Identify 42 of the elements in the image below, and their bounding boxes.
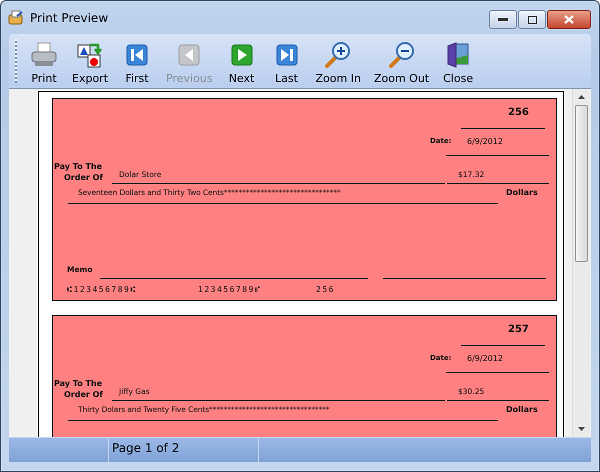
pay-to-label: Pay To The — [54, 162, 102, 171]
zoom-in-icon — [324, 41, 352, 69]
vertical-scrollbar[interactable] — [572, 89, 590, 437]
printer-icon — [30, 41, 58, 69]
pay-to-label: Pay To The — [54, 379, 102, 388]
minimize-button[interactable] — [489, 10, 517, 29]
micr-number: 256 — [316, 285, 335, 294]
date-value: 6/9/2012 — [467, 354, 503, 363]
date-value: 6/9/2012 — [467, 137, 503, 146]
toolbar-button[interactable]: Next — [222, 40, 262, 88]
scroll-up-icon — [578, 95, 585, 99]
close-button[interactable] — [547, 10, 591, 29]
export-icon — [76, 41, 104, 69]
skip-back-icon — [126, 44, 148, 66]
play-icon — [230, 44, 253, 66]
toolbar-button[interactable]: Zoom Out — [370, 40, 434, 88]
toolbar-button[interactable]: Print — [25, 40, 63, 88]
order-of-label: Order Of — [64, 390, 103, 399]
check-number: 256 — [508, 107, 529, 118]
skip-forward-icon — [276, 44, 298, 66]
page-indicator: Page 1 of 2 — [109, 438, 259, 462]
order-of-label: Order Of — [64, 173, 103, 182]
toolbar-button[interactable]: Last — [266, 40, 307, 88]
back-icon — [178, 44, 200, 66]
zoom-out-icon — [388, 41, 416, 69]
maximize-icon — [528, 16, 536, 24]
scroll-down-icon — [578, 427, 585, 431]
window-title: Print Preview — [30, 10, 110, 24]
toolbar-button[interactable]: Export — [68, 40, 112, 88]
toolbar-button[interactable]: Close — [438, 40, 478, 88]
micr-number: ⑆123456789⑆ — [67, 285, 137, 294]
check-number: 257 — [508, 324, 529, 335]
close-icon — [564, 15, 574, 24]
micr-number: 123456789⑈ — [198, 285, 262, 294]
app-icon — [8, 10, 24, 26]
toolbar-button[interactable]: First — [117, 40, 158, 88]
dollars-label: Dollars — [506, 188, 538, 197]
minimize-icon — [498, 18, 508, 22]
maximize-button[interactable] — [518, 10, 546, 29]
scrollbar-thumb[interactable] — [575, 105, 588, 262]
dollars-label: Dollars — [506, 405, 538, 414]
toolbar-button[interactable]: Zoom In — [312, 40, 365, 88]
